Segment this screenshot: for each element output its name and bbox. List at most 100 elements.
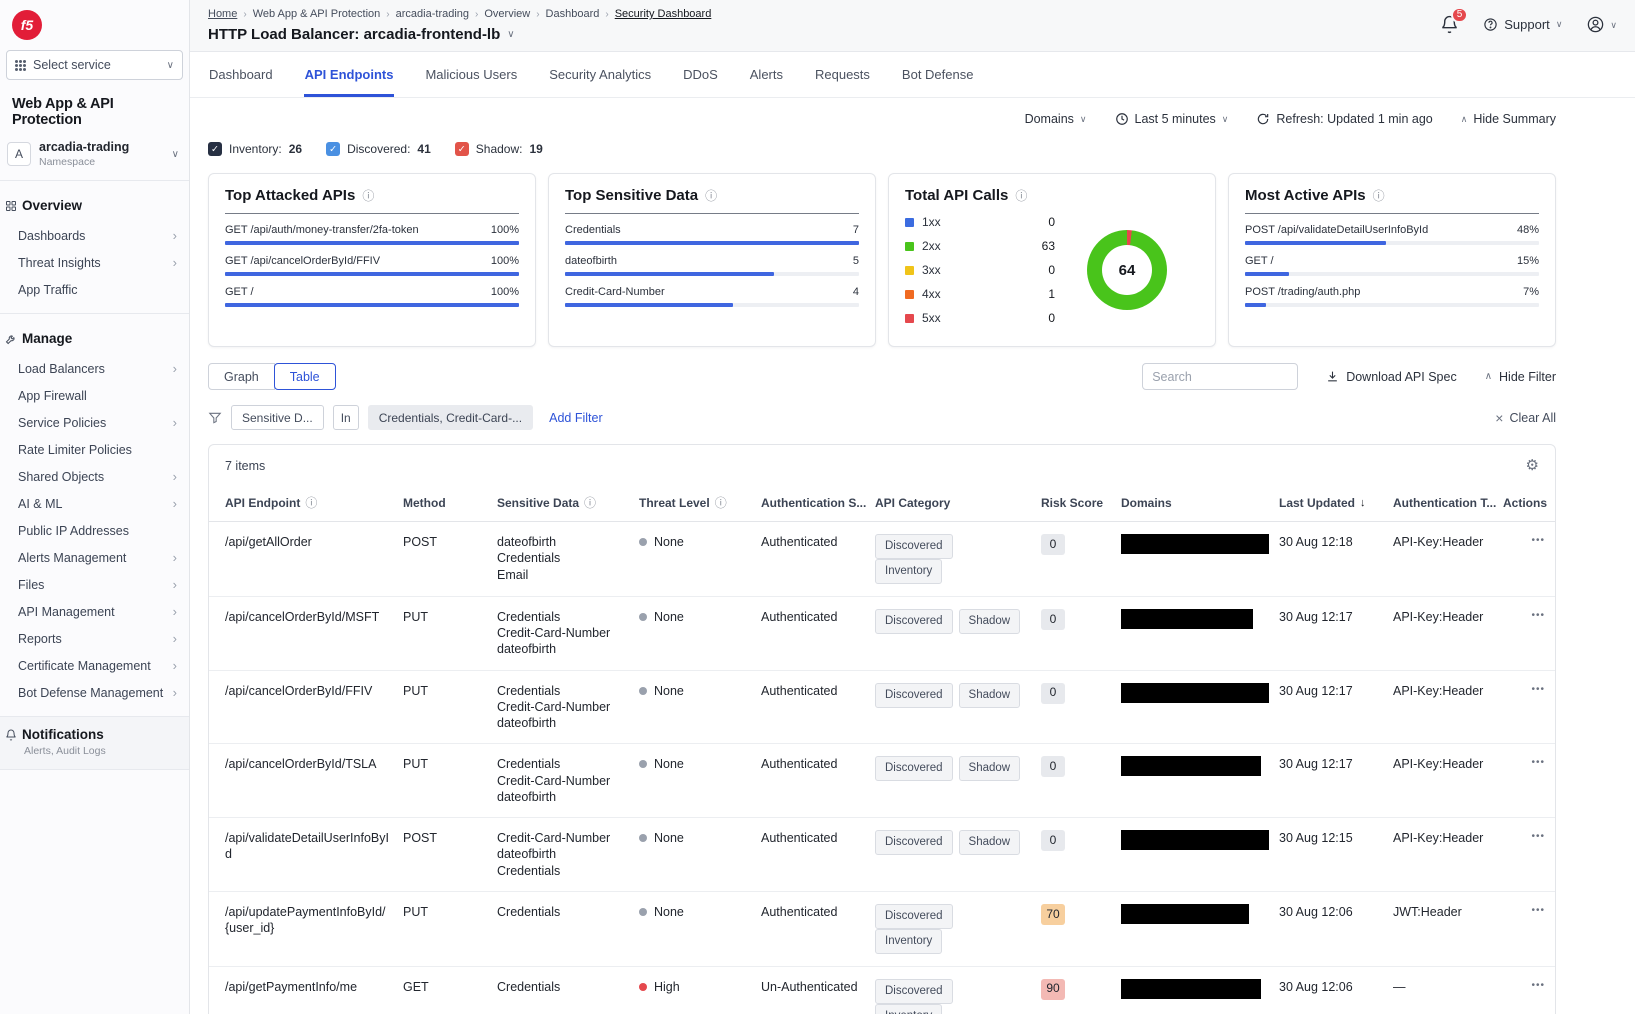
- row-actions-button[interactable]: •••: [1531, 683, 1545, 732]
- search-input[interactable]: [1142, 363, 1298, 390]
- account-menu[interactable]: ∨: [1586, 15, 1617, 34]
- info-icon[interactable]: ⓘ: [1015, 187, 1027, 204]
- clear-all-button[interactable]: × Clear All: [1495, 410, 1556, 426]
- graph-view-button[interactable]: Graph: [208, 363, 275, 390]
- row-actions-button[interactable]: •••: [1531, 534, 1545, 584]
- api-endpoint-link[interactable]: /api/cancelOrderById/TSLA: [225, 744, 401, 817]
- sidebar-header-notifications[interactable]: Notifications: [5, 727, 177, 742]
- hide-summary-toggle[interactable]: ∧ Hide Summary: [1461, 112, 1556, 126]
- row-actions-button[interactable]: •••: [1531, 979, 1545, 1014]
- sidebar-item-app-traffic[interactable]: App Traffic: [0, 276, 189, 303]
- info-icon[interactable]: ⓘ: [362, 187, 374, 204]
- column-header-threat-level[interactable]: Threat Levelⓘ: [639, 486, 759, 521]
- hide-filter-toggle[interactable]: ∧ Hide Filter: [1485, 370, 1556, 384]
- breadcrumb-home[interactable]: Home: [208, 8, 237, 20]
- column-header-domains[interactable]: Domains: [1121, 486, 1277, 521]
- sidebar-item-certificate-management[interactable]: Certificate Management›: [0, 652, 189, 679]
- discovered-checkbox[interactable]: ✓ Discovered: 41: [326, 142, 431, 156]
- tab-security-analytics[interactable]: Security Analytics: [548, 52, 652, 97]
- column-header-risk-score[interactable]: Risk Score: [1041, 486, 1119, 521]
- row-actions-button[interactable]: •••: [1531, 830, 1545, 879]
- tab-ddos[interactable]: DDoS: [682, 52, 719, 97]
- sidebar-item-dashboards[interactable]: Dashboards ›: [0, 222, 189, 249]
- api-endpoint-link[interactable]: /api/cancelOrderById/MSFT: [225, 597, 401, 670]
- category-chip[interactable]: Discovered: [875, 830, 953, 855]
- column-header-api-category[interactable]: API Category: [875, 486, 1039, 521]
- filter-field-selector[interactable]: Sensitive D...: [231, 405, 324, 430]
- notifications-bell-button[interactable]: 5: [1440, 15, 1459, 34]
- shadow-checkbox[interactable]: ✓ Shadow: 19: [455, 142, 543, 156]
- breadcrumb-namespace[interactable]: arcadia-trading: [396, 8, 469, 20]
- sidebar-item-ai-ml[interactable]: AI & ML›: [0, 490, 189, 517]
- sidebar-item-service-policies[interactable]: Service Policies›: [0, 409, 189, 436]
- sidebar-item-api-management[interactable]: API Management›: [0, 598, 189, 625]
- row-actions-button[interactable]: •••: [1531, 609, 1545, 658]
- sidebar-item-reports[interactable]: Reports›: [0, 625, 189, 652]
- category-chip[interactable]: Discovered: [875, 979, 953, 1004]
- service-selector[interactable]: Select service ∨: [6, 50, 183, 80]
- row-actions-button[interactable]: •••: [1531, 756, 1545, 805]
- support-menu[interactable]: Support ∨: [1483, 17, 1562, 32]
- f5-logo[interactable]: f5: [12, 10, 42, 40]
- category-chip[interactable]: Shadow: [959, 683, 1021, 708]
- sidebar-item-public-ip-addresses[interactable]: Public IP Addresses: [0, 517, 189, 544]
- column-header-last-updated[interactable]: Last Updated↓: [1279, 486, 1391, 521]
- api-endpoint-link[interactable]: /api/validateDetailUserInfoById: [225, 818, 401, 891]
- category-chip[interactable]: Shadow: [959, 756, 1021, 781]
- tab-bot-defense[interactable]: Bot Defense: [901, 52, 975, 97]
- category-chip[interactable]: Discovered: [875, 683, 953, 708]
- column-header-auth-status[interactable]: Authentication S...: [761, 486, 873, 521]
- inventory-checkbox[interactable]: ✓ Inventory: 26: [208, 142, 302, 156]
- row-actions-button[interactable]: •••: [1531, 904, 1545, 954]
- sidebar-item-rate-limiter-policies[interactable]: Rate Limiter Policies: [0, 436, 189, 463]
- sidebar-item-shared-objects[interactable]: Shared Objects›: [0, 463, 189, 490]
- info-icon[interactable]: ⓘ: [705, 187, 717, 204]
- tab-malicious-users[interactable]: Malicious Users: [424, 52, 518, 97]
- tab-requests[interactable]: Requests: [814, 52, 871, 97]
- domains-dropdown[interactable]: Domains ∨: [1025, 112, 1087, 126]
- category-chip[interactable]: Discovered: [875, 534, 953, 559]
- add-filter-button[interactable]: Add Filter: [549, 411, 603, 425]
- namespace-selector[interactable]: A arcadia-trading Namespace ∨: [0, 138, 189, 181]
- page-title-selector[interactable]: HTTP Load Balancer: arcadia-frontend-lb …: [208, 26, 711, 43]
- category-chip[interactable]: Shadow: [959, 830, 1021, 855]
- sidebar-header-overview[interactable]: Overview: [0, 189, 189, 222]
- category-chip[interactable]: Inventory: [875, 1004, 942, 1014]
- filter-operator-selector[interactable]: In: [333, 405, 359, 430]
- time-range-dropdown[interactable]: Last 5 minutes ∨: [1115, 112, 1229, 126]
- sidebar-item-app-firewall[interactable]: App Firewall: [0, 382, 189, 409]
- category-chip[interactable]: Shadow: [959, 609, 1021, 634]
- column-header-sensitive-data[interactable]: Sensitive Dataⓘ: [497, 486, 637, 521]
- table-view-button[interactable]: Table: [274, 363, 336, 390]
- tab-alerts[interactable]: Alerts: [749, 52, 784, 97]
- breadcrumb-waap[interactable]: Web App & API Protection: [253, 8, 381, 20]
- category-chip[interactable]: Inventory: [875, 559, 942, 584]
- category-chip[interactable]: Discovered: [875, 756, 953, 781]
- sidebar-item-alerts-management[interactable]: Alerts Management›: [0, 544, 189, 571]
- gear-icon[interactable]: ⚙: [1526, 458, 1539, 473]
- category-chip[interactable]: Discovered: [875, 904, 953, 929]
- sidebar-item-bot-defense-management[interactable]: Bot Defense Management›: [0, 679, 189, 706]
- api-endpoint-link[interactable]: /api/getPaymentInfo/me: [225, 967, 401, 1014]
- sidebar-item-load-balancers[interactable]: Load Balancers›: [0, 355, 189, 382]
- breadcrumb-dashboard[interactable]: Dashboard: [546, 8, 600, 20]
- column-header-auth-type[interactable]: Authentication T...: [1393, 486, 1515, 521]
- column-header-method[interactable]: Method: [403, 486, 495, 521]
- category-chip[interactable]: Inventory: [875, 929, 942, 954]
- column-header-api-endpoint[interactable]: API Endpointⓘ: [225, 486, 401, 521]
- breadcrumb-overview[interactable]: Overview: [484, 8, 530, 20]
- api-endpoint-link[interactable]: /api/updatePaymentInfoById/{user_id}: [225, 892, 401, 966]
- download-api-spec-button[interactable]: Download API Spec: [1326, 370, 1457, 384]
- filter-value-chip[interactable]: Credentials, Credit-Card-...: [368, 405, 533, 430]
- api-endpoint-link[interactable]: /api/cancelOrderById/FFIV: [225, 671, 401, 744]
- breadcrumb-security-dashboard[interactable]: Security Dashboard: [615, 8, 712, 20]
- tab-dashboard[interactable]: Dashboard: [208, 52, 274, 97]
- info-icon[interactable]: ⓘ: [1373, 187, 1385, 204]
- refresh-button[interactable]: Refresh: Updated 1 min ago: [1256, 112, 1432, 126]
- sidebar-item-threat-insights[interactable]: Threat Insights ›: [0, 249, 189, 276]
- sidebar-item-files[interactable]: Files›: [0, 571, 189, 598]
- api-endpoint-link[interactable]: /api/getAllOrder: [225, 522, 401, 596]
- sidebar-header-manage[interactable]: Manage: [0, 322, 189, 355]
- tab-api-endpoints[interactable]: API Endpoints: [304, 52, 395, 97]
- category-chip[interactable]: Discovered: [875, 609, 953, 634]
